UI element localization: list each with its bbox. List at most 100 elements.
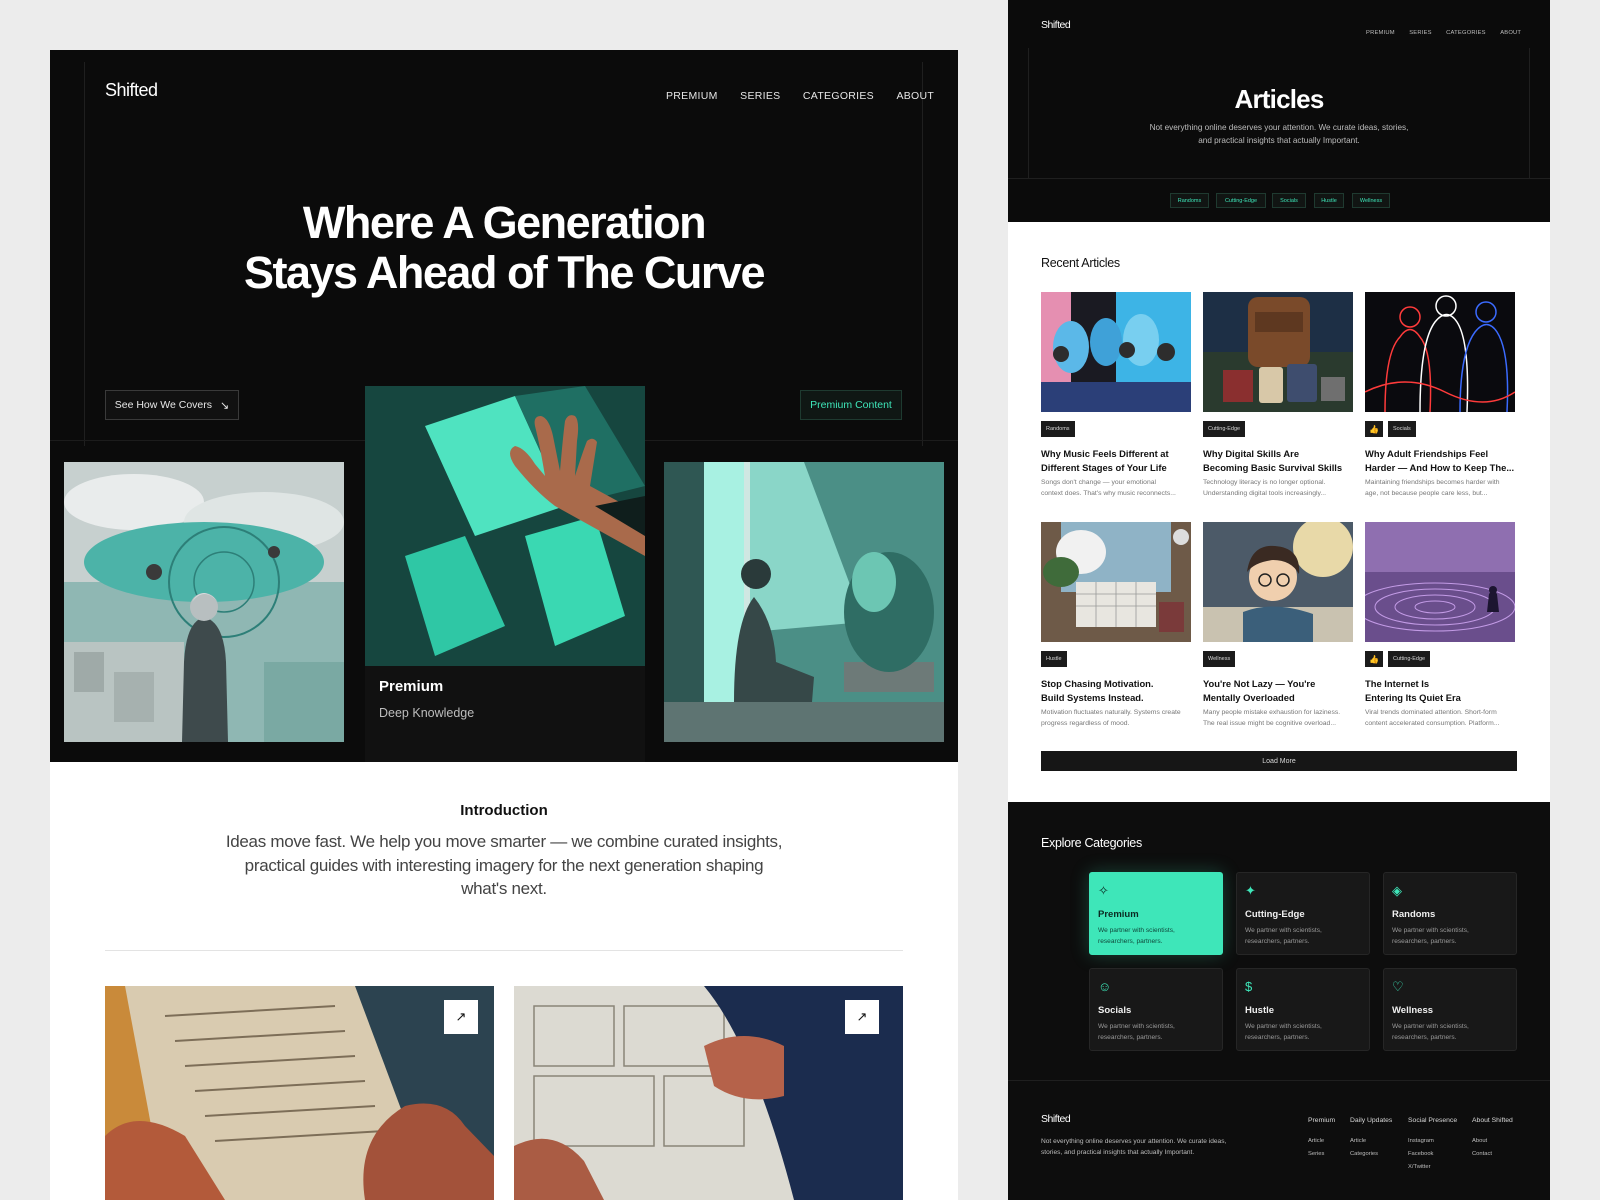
- articles-page-panel: Shifted PREMIUM SERIES CATEGORIES ABOUT …: [1008, 0, 1550, 1200]
- nav-categories[interactable]: CATEGORIES: [803, 90, 874, 102]
- desc-line: researchers, partners.: [1392, 1033, 1457, 1041]
- article-title-line: You're Not Lazy — You're: [1203, 678, 1316, 689]
- article-title[interactable]: Stop Chasing Motivation. Build Systems In…: [1041, 677, 1193, 704]
- footer-link[interactable]: About: [1472, 1138, 1487, 1144]
- chip-wellness[interactable]: Wellness: [1352, 193, 1390, 208]
- article-image[interactable]: [1041, 522, 1191, 642]
- category-card-hustle[interactable]: $ Hustle We partner with scientists, rese…: [1236, 968, 1370, 1051]
- excerpt-line: Maintaining friendships becomes harder w…: [1365, 479, 1500, 486]
- footer-link[interactable]: Categories: [1350, 1151, 1378, 1157]
- footer-col-heading: Premium: [1308, 1117, 1336, 1124]
- chip-cutting-edge[interactable]: Cutting-Edge: [1216, 193, 1266, 208]
- article-title[interactable]: Why Music Feels Different at Different St…: [1041, 447, 1193, 474]
- excerpt-line: The real issue might be cognitive overlo…: [1203, 719, 1336, 727]
- footer-link[interactable]: X/Twitter: [1408, 1164, 1431, 1170]
- sparkle-icon: ✧: [1098, 883, 1109, 898]
- sparkle-icon: ✦: [1245, 883, 1256, 898]
- arrow-up-right-icon[interactable]: ↗: [444, 1000, 478, 1034]
- article-tag[interactable]: Wellness: [1203, 651, 1236, 667]
- introduction-text: Ideas move fast. We help you move smarte…: [225, 832, 783, 898]
- main-nav: PREMIUM SERIES CATEGORIES ABOUT: [1356, 21, 1521, 39]
- footer-link[interactable]: Contact: [1472, 1151, 1492, 1157]
- premium-image-art: [365, 386, 645, 666]
- footer-link[interactable]: Series: [1308, 1151, 1324, 1157]
- nav-categories[interactable]: CATEGORIES: [1446, 30, 1486, 36]
- category-name: Socials: [1098, 1005, 1132, 1016]
- see-how-label: See How We Covers: [114, 399, 213, 411]
- desc-line: We partner with scientists,: [1392, 927, 1469, 934]
- article-card-image-manga[interactable]: ↗: [514, 986, 903, 1200]
- footer-link[interactable]: Article: [1350, 1138, 1366, 1144]
- nav-premium[interactable]: PREMIUM: [1366, 30, 1395, 36]
- footer-link[interactable]: Article: [1308, 1138, 1324, 1144]
- chip-randoms[interactable]: Randoms: [1170, 193, 1209, 208]
- heart-icon: ♡: [1392, 979, 1404, 994]
- footer-desc-line: Not everything online deserves your atte…: [1041, 1138, 1227, 1145]
- desc-line: We partner with scientists,: [1098, 927, 1175, 934]
- article-tag[interactable]: Randoms: [1041, 421, 1075, 437]
- article-excerpt: Technology literacy is no longer optiona…: [1203, 478, 1355, 499]
- nav-about[interactable]: ABOUT: [896, 90, 934, 102]
- brand-logo[interactable]: Shifted: [1041, 19, 1071, 31]
- article-tag[interactable]: Socials: [1388, 421, 1416, 437]
- category-card-randoms[interactable]: ◈ Randoms We partner with scientists, res…: [1383, 872, 1517, 955]
- category-desc: We partner with scientists, researchers, …: [1098, 926, 1208, 947]
- article-card-image-newspaper[interactable]: ↗: [105, 986, 494, 1200]
- desc-line: researchers, partners.: [1392, 937, 1457, 945]
- desc-line: We partner with scientists,: [1392, 1023, 1469, 1030]
- article-title[interactable]: Why Digital Skills Are Becoming Basic Sur…: [1203, 447, 1355, 474]
- premium-content-button[interactable]: Premium Content: [800, 390, 902, 420]
- explore-categories-heading: Explore Categories: [1041, 836, 1142, 850]
- premium-card-subtitle: Deep Knowledge: [379, 706, 475, 720]
- category-card-wellness[interactable]: ♡ Wellness We partner with scientists, re…: [1383, 968, 1517, 1051]
- excerpt-line: Viral trends dominated attention. Short-…: [1365, 709, 1497, 716]
- chip-hustle[interactable]: Hustle: [1314, 193, 1344, 208]
- article-tag[interactable]: Hustle: [1041, 651, 1067, 667]
- footer-link[interactable]: Facebook: [1408, 1151, 1433, 1157]
- thumbs-up-icon[interactable]: 👍: [1365, 651, 1383, 667]
- article-title-line: Why Music Feels Different at: [1041, 448, 1169, 459]
- article-tag[interactable]: Cutting-Edge: [1388, 651, 1431, 667]
- page-title: Articles: [1234, 84, 1325, 114]
- footer-description: Not everything online deserves your atte…: [1041, 1136, 1226, 1158]
- article-title[interactable]: The Internet Is Entering Its Quiet Era: [1365, 677, 1517, 704]
- newspaper-art: [105, 986, 494, 1200]
- footer-col-heading: Social Presence: [1408, 1117, 1458, 1124]
- article-title[interactable]: You're Not Lazy — You're Mentally Overloa…: [1203, 677, 1355, 704]
- category-card-premium[interactable]: ✧ Premium We partner with scientists, res…: [1089, 872, 1223, 955]
- article-title-line: The Internet Is: [1365, 678, 1430, 689]
- article-title-line: Becoming Basic Survival Skills: [1203, 461, 1343, 473]
- article-tag[interactable]: Cutting-Edge: [1203, 421, 1246, 437]
- category-name: Hustle: [1245, 1005, 1275, 1016]
- category-card-socials[interactable]: ☺ Socials We partner with scientists, res…: [1089, 968, 1223, 1051]
- article-image[interactable]: [1365, 522, 1515, 642]
- nav-about[interactable]: ABOUT: [1500, 30, 1521, 36]
- see-how-button[interactable]: See How We Covers ↘: [105, 390, 239, 420]
- nav-series[interactable]: SERIES: [740, 90, 780, 102]
- footer-col-heading: Daily Updates: [1350, 1117, 1393, 1124]
- footer-link[interactable]: Instagram: [1408, 1138, 1434, 1144]
- article-title[interactable]: Why Adult Friendships Feel Harder — And H…: [1365, 447, 1517, 474]
- hero-image-premium[interactable]: Premium Deep Knowledge: [365, 386, 645, 762]
- load-more-button[interactable]: Load More: [1041, 751, 1517, 771]
- excerpt-line: progress regardless of mood.: [1041, 719, 1130, 727]
- category-desc: We partner with scientists, researchers, …: [1098, 1022, 1208, 1043]
- hero-title-line-2: Stays Ahead of The Curve: [244, 247, 765, 298]
- category-desc: We partner with scientists, researchers, …: [1392, 926, 1502, 947]
- arrow-up-right-icon[interactable]: ↗: [845, 1000, 879, 1034]
- category-card-cutting-edge[interactable]: ✦ Cutting-Edge We partner with scientist…: [1236, 872, 1370, 955]
- footer-brand-logo[interactable]: Shifted: [1041, 1113, 1071, 1125]
- nav-series[interactable]: SERIES: [1409, 30, 1431, 36]
- article-title-line: Entering Its Quiet Era: [1365, 691, 1461, 703]
- article-image[interactable]: [1203, 522, 1353, 642]
- hero-image-city: [64, 462, 344, 742]
- article-image[interactable]: [1365, 292, 1515, 412]
- excerpt-line: age, not because people care less, but..…: [1365, 489, 1488, 497]
- article-image[interactable]: [1041, 292, 1191, 412]
- article-image[interactable]: [1203, 292, 1353, 412]
- brand-logo[interactable]: Shifted: [105, 80, 158, 101]
- nav-premium[interactable]: PREMIUM: [666, 90, 718, 102]
- chip-socials[interactable]: Socials: [1272, 193, 1306, 208]
- thumbs-up-icon[interactable]: 👍: [1365, 421, 1383, 437]
- premium-card-title: Premium: [379, 678, 444, 695]
